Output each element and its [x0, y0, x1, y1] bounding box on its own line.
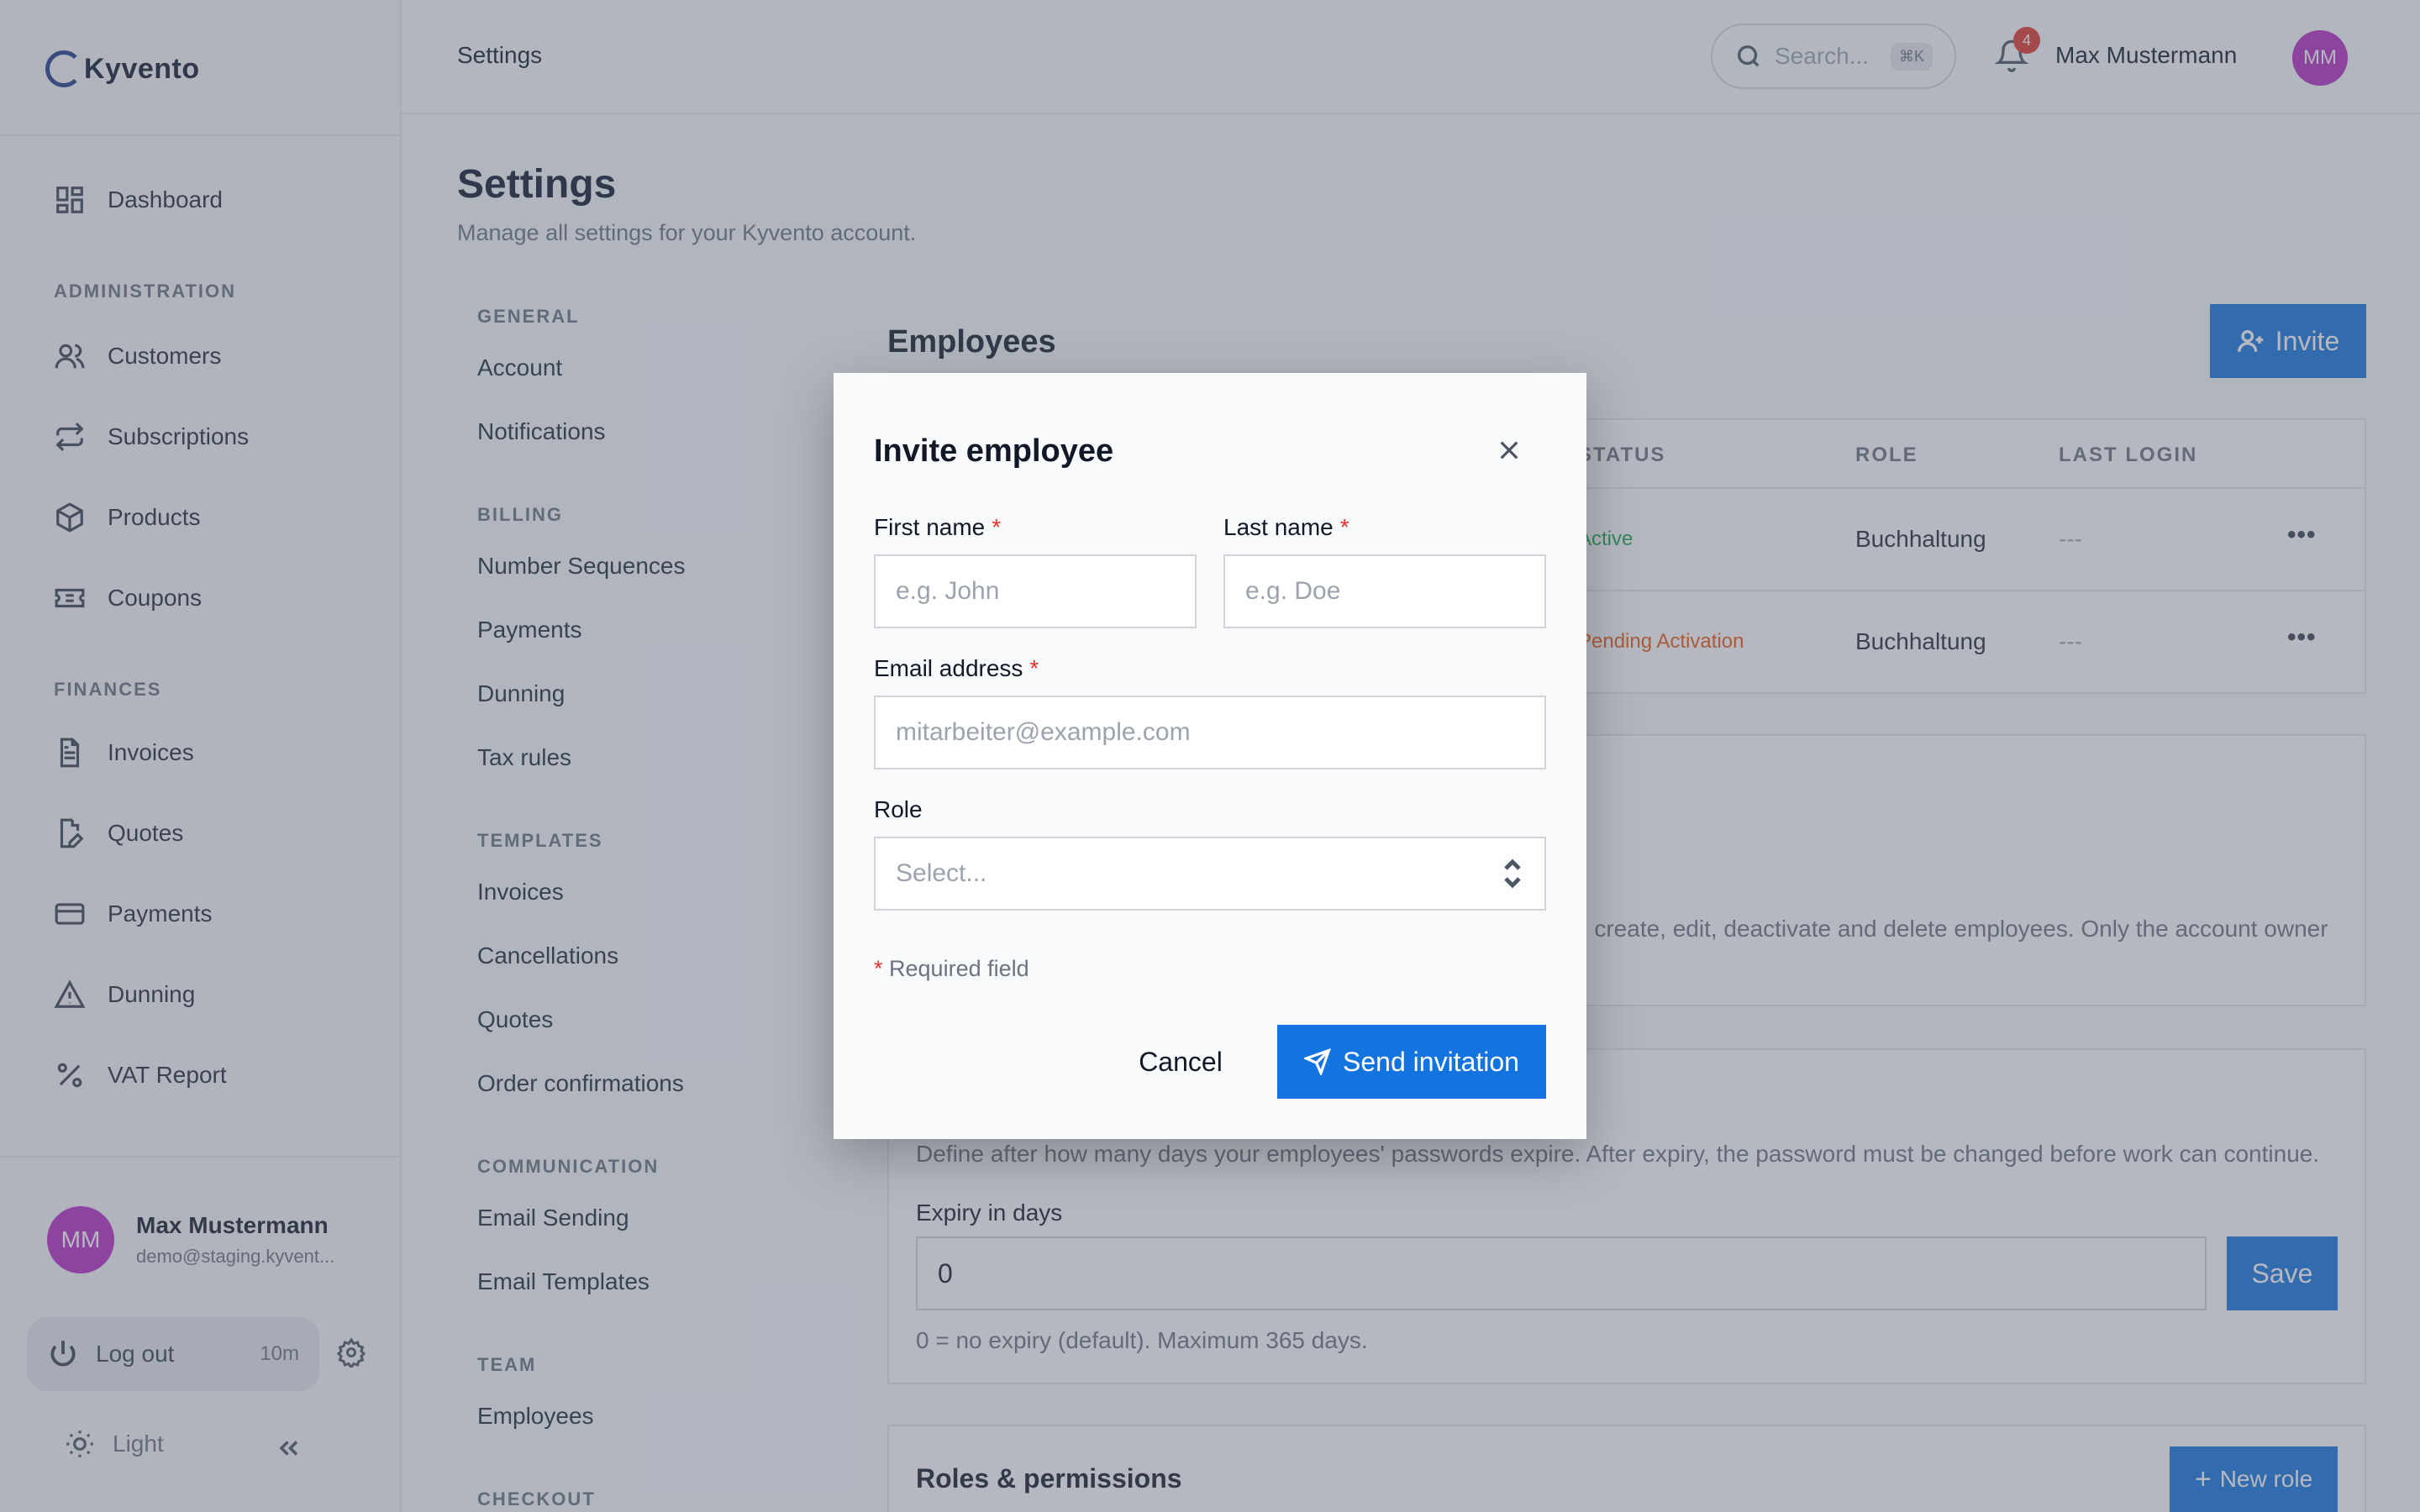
required-note-text: Required field [889, 956, 1029, 981]
email-field[interactable] [874, 696, 1546, 769]
required-note: * Required field [874, 956, 1029, 982]
role-select-value: Select... [896, 859, 987, 887]
chevron-up-down-icon [1504, 858, 1521, 889]
email-label: Email address * [874, 655, 1039, 682]
email-label-text: Email address [874, 655, 1023, 681]
required-marker: * [1029, 655, 1039, 681]
send-icon [1304, 1048, 1331, 1075]
first-name-label-text: First name [874, 514, 986, 540]
invite-employee-dialog: Invite employee First name* Last name* E… [834, 373, 1586, 1139]
last-name-label: Last name * [1223, 514, 1349, 541]
send-invitation-label: Send invitation [1343, 1046, 1519, 1077]
first-name-field[interactable] [874, 554, 1197, 628]
send-invitation-button[interactable]: Send invitation [1277, 1025, 1546, 1099]
close-button[interactable] [1496, 437, 1523, 464]
cancel-button[interactable]: Cancel [1101, 1025, 1260, 1099]
role-label: Role [874, 796, 923, 822]
required-marker: * [874, 956, 883, 981]
last-name-field[interactable] [1223, 554, 1546, 628]
first-name-label: First name * [874, 514, 1001, 541]
close-icon [1500, 441, 1518, 459]
dialog-title: Invite employee [874, 433, 1114, 469]
required-marker: * [1339, 514, 1349, 540]
last-name-label-text: Last name [1223, 514, 1334, 540]
role-select[interactable]: Select... [874, 837, 1546, 911]
required-marker: * [992, 514, 1002, 540]
